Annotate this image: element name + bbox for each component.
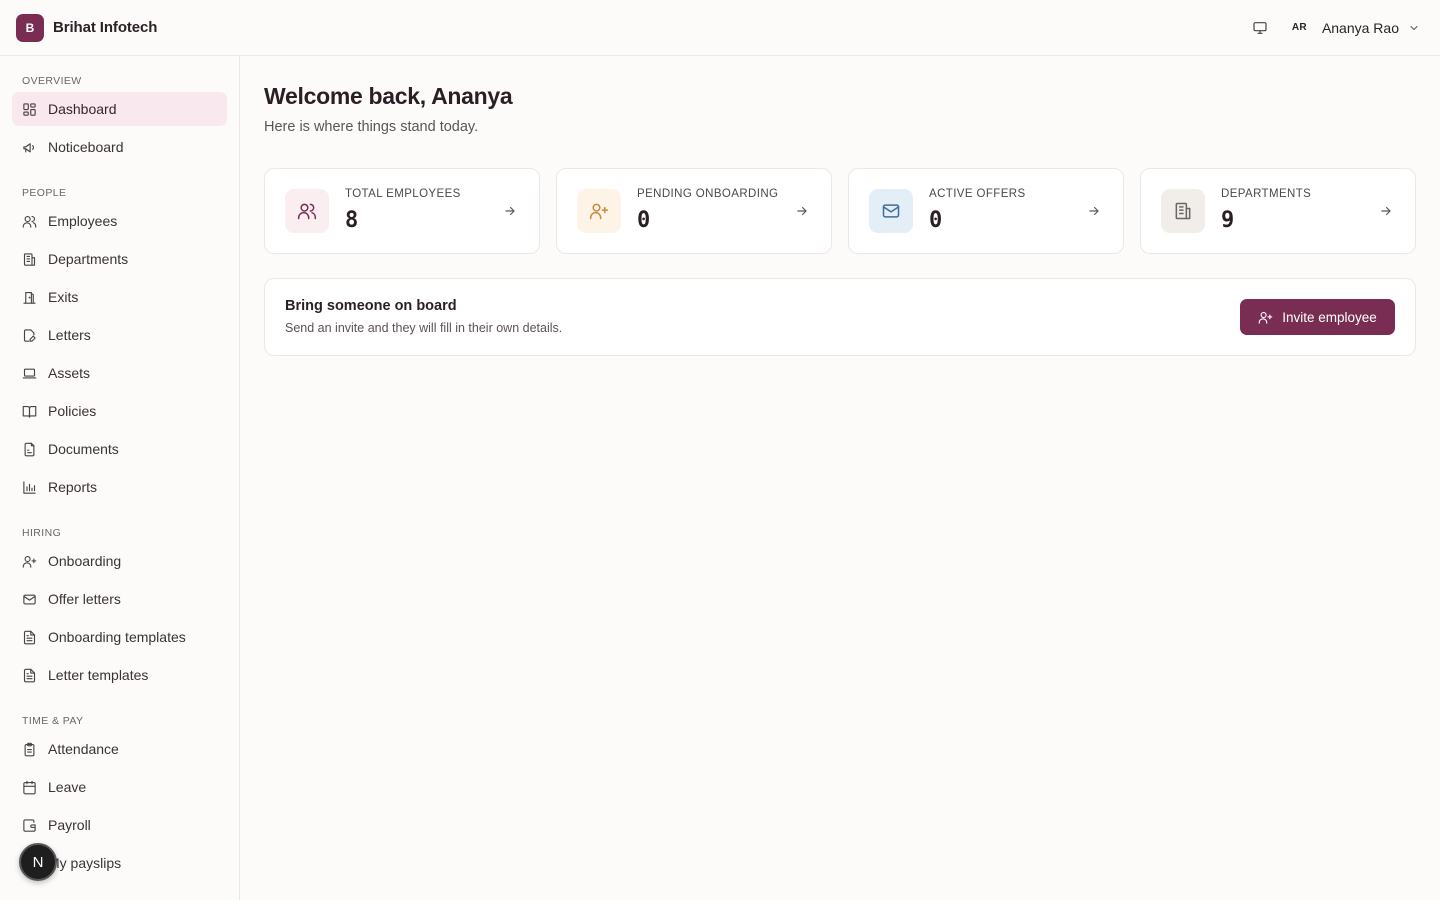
invite-title: Bring someone on board <box>285 298 457 314</box>
sidebar-item-label: Noticeboard <box>48 139 124 155</box>
top-right: AR Ananya Rao <box>1252 20 1420 36</box>
sidebar-item-onboarding[interactable]: Onboarding <box>12 544 227 578</box>
sidebar-item-label: My payslips <box>48 855 122 871</box>
section-label-people: PEOPLE <box>22 187 67 199</box>
user-name[interactable]: Ananya Rao <box>1322 20 1399 36</box>
sidebar-item-label: Letters <box>48 327 91 343</box>
stat-value: 9 <box>1221 208 1235 233</box>
sidebar-item-label: Onboarding <box>48 553 122 569</box>
sidebar-item-label: Attendance <box>48 741 119 757</box>
sidebar-item-attendance[interactable]: Attendance <box>12 732 227 766</box>
sidebar-item-noticeboard[interactable]: Noticeboard <box>12 130 227 164</box>
brand[interactable]: B Brihat Infotech <box>16 13 158 42</box>
megaphone-icon <box>22 140 37 155</box>
user-plus-icon <box>577 189 621 233</box>
top-bar: B Brihat Infotech AR Ananya Rao <box>0 0 1440 56</box>
sidebar-item-label: Onboarding templates <box>48 629 186 645</box>
brand-name: Brihat Infotech <box>53 19 158 36</box>
sidebar-item-label: Payroll <box>48 817 91 833</box>
book-icon <box>22 404 37 419</box>
page-subtitle: Here is where things stand today. <box>264 119 479 135</box>
building-icon <box>1161 189 1205 233</box>
stat-label: DEPARTMENTS <box>1221 188 1312 200</box>
stat-value: 8 <box>345 208 359 233</box>
stat-label: PENDING ONBOARDING <box>637 188 779 200</box>
sidebar-item-letters[interactable]: Letters <box>12 318 227 352</box>
building-icon <box>22 252 37 267</box>
brand-logo: B <box>16 13 44 42</box>
sidebar-item-label: Policies <box>48 403 97 419</box>
files-icon <box>22 442 37 457</box>
sidebar-item-onboarding-templates[interactable]: Onboarding templates <box>12 620 227 654</box>
bar-chart-icon <box>22 480 37 495</box>
stat-label: ACTIVE OFFERS <box>929 188 1026 200</box>
sidebar-item-documents[interactable]: Documents <box>12 432 227 466</box>
sidebar-item-dashboard[interactable]: Dashboard <box>12 92 227 126</box>
invite-description: Send an invite and they will fill in the… <box>285 321 563 335</box>
sidebar-item-label: Reports <box>48 479 98 495</box>
sidebar-item-label: Assets <box>48 365 91 381</box>
mail-icon <box>869 189 913 233</box>
avatar[interactable]: AR <box>1292 22 1307 33</box>
stat-card-total-employees[interactable]: TOTAL EMPLOYEES 8 <box>264 168 540 254</box>
arrow-right-icon <box>1379 204 1393 218</box>
sidebar-item-label: Offer letters <box>48 591 121 607</box>
mail-icon <box>22 592 37 607</box>
monitor-icon[interactable] <box>1252 20 1268 36</box>
invite-employee-button[interactable]: Invite employee <box>1240 299 1395 335</box>
users-icon <box>285 189 329 233</box>
sidebar-item-letter-templates[interactable]: Letter templates <box>12 658 227 692</box>
file-text-icon <box>22 668 37 683</box>
file-text-icon <box>22 630 37 645</box>
floating-action-button[interactable]: N <box>19 843 57 881</box>
sidebar-item-reports[interactable]: Reports <box>12 470 227 504</box>
invite-button-label: Invite employee <box>1282 309 1377 325</box>
sidebar-item-departments[interactable]: Departments <box>12 242 227 276</box>
laptop-icon <box>22 366 37 381</box>
invite-card: Bring someone on board Send an invite an… <box>264 278 1416 356</box>
section-label-overview: OVERVIEW <box>22 75 82 87</box>
sidebar: OVERVIEW Dashboard Noticeboard PEOPLE Em… <box>0 56 240 900</box>
stat-card-active-offers[interactable]: ACTIVE OFFERS 0 <box>848 168 1124 254</box>
sidebar-item-label: Exits <box>48 289 79 305</box>
stat-value: 0 <box>637 208 651 233</box>
sidebar-item-label: Employees <box>48 213 118 229</box>
sidebar-item-leave[interactable]: Leave <box>12 770 227 804</box>
users-icon <box>22 214 37 229</box>
user-plus-icon <box>22 554 37 569</box>
stat-label: TOTAL EMPLOYEES <box>345 188 461 200</box>
door-icon <box>22 290 37 305</box>
sidebar-item-label: Letter templates <box>48 667 149 683</box>
sidebar-item-policies[interactable]: Policies <box>12 394 227 428</box>
stat-card-pending-onboarding[interactable]: PENDING ONBOARDING 0 <box>556 168 832 254</box>
user-plus-icon <box>1258 310 1273 325</box>
sidebar-item-payroll[interactable]: Payroll <box>12 808 227 842</box>
sidebar-item-exits[interactable]: Exits <box>12 280 227 314</box>
stat-value: 0 <box>929 208 943 233</box>
sidebar-item-label: Leave <box>48 779 87 795</box>
calendar-icon <box>22 780 37 795</box>
wallet-icon <box>22 818 37 833</box>
page-title: Welcome back, Ananya <box>264 83 513 109</box>
section-label-time-pay: TIME & PAY <box>22 715 84 727</box>
section-label-hiring: HIRING <box>22 527 62 539</box>
chevron-down-icon[interactable] <box>1408 22 1420 34</box>
sidebar-item-employees[interactable]: Employees <box>12 204 227 238</box>
stat-card-departments[interactable]: DEPARTMENTS 9 <box>1140 168 1416 254</box>
sidebar-item-label: Documents <box>48 441 119 457</box>
sidebar-item-assets[interactable]: Assets <box>12 356 227 390</box>
dashboard-icon <box>22 102 37 117</box>
file-edit-icon <box>22 328 37 343</box>
arrow-right-icon <box>503 204 517 218</box>
arrow-right-icon <box>1087 204 1101 218</box>
sidebar-item-label: Departments <box>48 251 129 267</box>
sidebar-item-offer-letters[interactable]: Offer letters <box>12 582 227 616</box>
clipboard-icon <box>22 742 37 757</box>
arrow-right-icon <box>795 204 809 218</box>
sidebar-item-label: Dashboard <box>48 101 117 117</box>
